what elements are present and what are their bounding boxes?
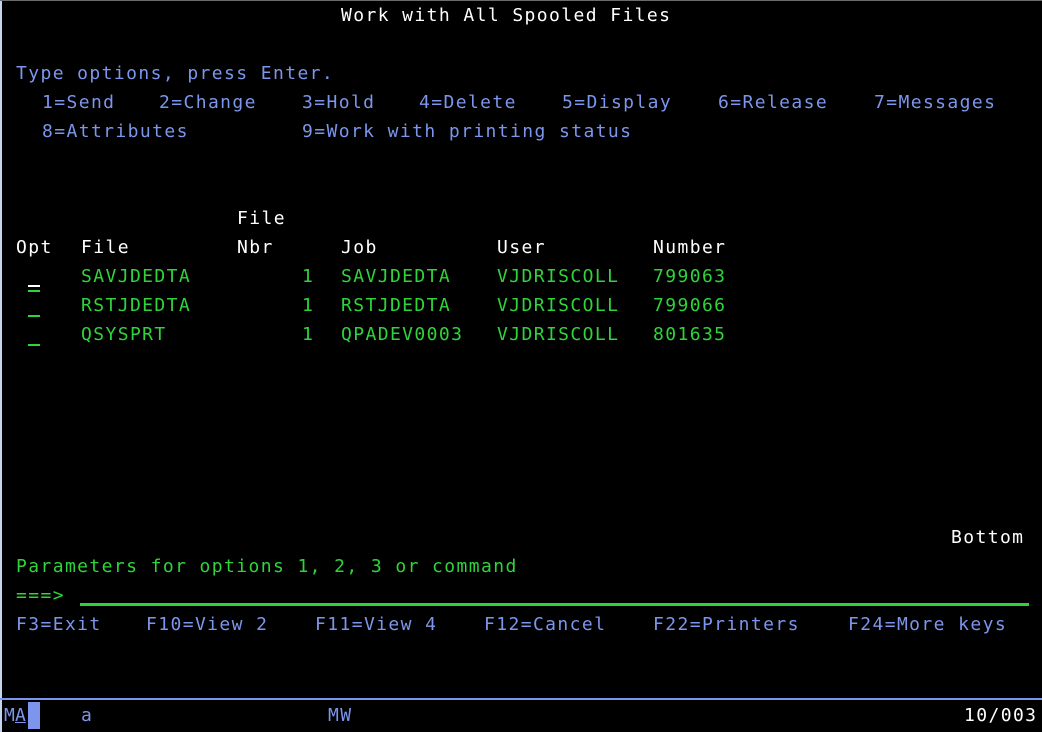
status-mode-a: A <box>15 705 26 726</box>
status-mw: MW <box>328 705 353 726</box>
cell-file: SAVJDEDTA <box>81 266 192 287</box>
command-input-underline <box>80 603 1029 606</box>
cell-user: VJDRISCOLL <box>497 324 620 345</box>
option-display: 5=Display <box>562 92 673 113</box>
screen-title: Work with All Spooled Files <box>341 5 672 26</box>
header-user: User <box>497 237 546 258</box>
status-mode-m: M <box>4 705 15 726</box>
option-input[interactable] <box>22 267 46 292</box>
cell-file-nbr: 1 <box>302 324 315 345</box>
option-delete: 4=Delete <box>419 92 517 113</box>
option-send: 1=Send <box>42 92 116 113</box>
header-job: Job <box>341 237 378 258</box>
window-top-border <box>0 0 1042 1</box>
cell-number: 799063 <box>653 266 727 287</box>
option-hold: 3=Hold <box>302 92 376 113</box>
option-input[interactable] <box>22 296 46 317</box>
cursor-block <box>28 702 40 729</box>
f22-printers-key[interactable]: F22=Printers <box>653 615 800 635</box>
cell-file-nbr: 1 <box>302 295 315 316</box>
header-opt: Opt <box>16 237 53 258</box>
cell-job: QPADEV0003 <box>341 324 464 345</box>
cell-number: 799066 <box>653 295 727 316</box>
option-release: 6=Release <box>718 92 829 113</box>
f12-cancel-key[interactable]: F12=Cancel <box>484 615 606 635</box>
option-input-marker-bottom <box>28 290 40 292</box>
table-row: QSYSPRT 1 QPADEV0003 VJDRISCOLL 801635 <box>0 324 1042 346</box>
option-input-marker <box>28 315 40 317</box>
f11-view4-key[interactable]: F11=View 4 <box>315 615 437 635</box>
cell-job: SAVJDEDTA <box>341 266 452 287</box>
cell-user: VJDRISCOLL <box>497 295 620 316</box>
table-row: RSTJDEDTA 1 RSTJDEDTA VJDRISCOLL 799066 <box>0 295 1042 317</box>
command-prompt: ===> <box>16 585 65 606</box>
cell-file: RSTJDEDTA <box>81 295 192 316</box>
status-bar: M A a MW 10/003 <box>0 700 1042 732</box>
f24-more-keys-key[interactable]: F24=More keys <box>848 615 1007 635</box>
status-session: a <box>81 705 94 726</box>
option-input-marker-top <box>28 285 40 287</box>
command-input[interactable] <box>80 586 1029 604</box>
option-messages: 7=Messages <box>874 92 997 113</box>
header-number: Number <box>653 237 727 258</box>
instructions-text: Type options, press Enter. <box>16 63 335 84</box>
header-file-nbr-top: File <box>237 208 286 229</box>
cell-job: RSTJDEDTA <box>341 295 452 316</box>
cell-file-nbr: 1 <box>302 266 315 287</box>
header-file: File <box>81 237 130 258</box>
cell-number: 801635 <box>653 324 727 345</box>
option-work-printing-status: 9=Work with printing status <box>302 121 633 142</box>
cell-user: VJDRISCOLL <box>497 266 620 287</box>
option-change: 2=Change <box>159 92 257 113</box>
cell-file: QSYSPRT <box>81 324 167 345</box>
option-input-marker <box>28 344 40 346</box>
option-attributes: 8=Attributes <box>42 121 189 142</box>
table-row: SAVJDEDTA 1 SAVJDEDTA VJDRISCOLL 799063 <box>0 266 1042 292</box>
cursor-position: 10/003 <box>964 705 1038 726</box>
option-input[interactable] <box>22 325 46 346</box>
f3-exit-key[interactable]: F3=Exit <box>16 615 102 635</box>
header-file-nbr: Nbr <box>237 237 274 258</box>
window-left-border <box>0 0 2 732</box>
f10-view2-key[interactable]: F10=View 2 <box>146 615 268 635</box>
scroll-indicator: Bottom <box>951 527 1025 548</box>
command-label: Parameters for options 1, 2, 3 or comman… <box>16 556 518 577</box>
